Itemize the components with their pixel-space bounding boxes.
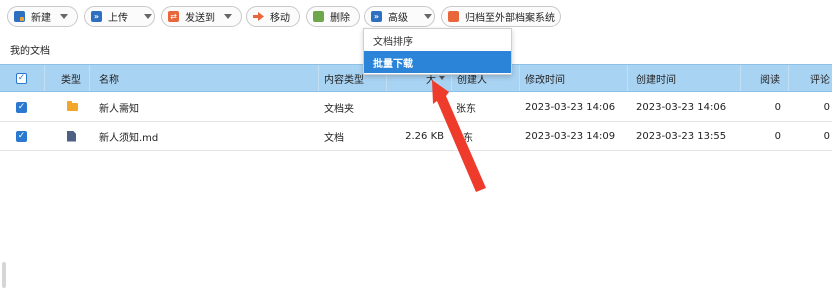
- annotation-arrow-icon: [432, 80, 486, 192]
